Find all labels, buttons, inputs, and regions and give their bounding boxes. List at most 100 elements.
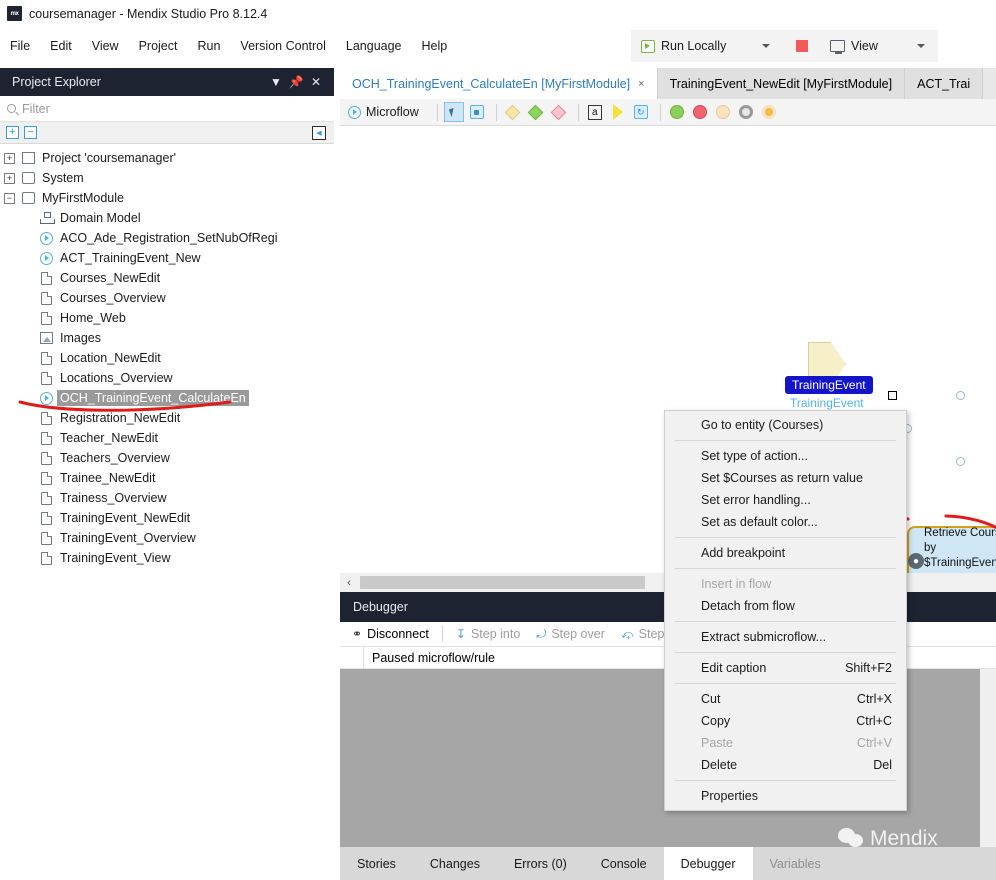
step-into-label: Step into <box>471 627 520 641</box>
context-menu[interactable]: Go to entity (Courses) Set type of action… <box>664 410 907 811</box>
region-tool-button[interactable] <box>467 102 487 122</box>
tree-item-och-trainingevent-calculateen[interactable]: OCH_TrainingEvent_CalculateEn <box>0 388 334 408</box>
editor-tab-0[interactable]: OCH_TrainingEvent_CalculateEn [MyFirstMo… <box>340 68 658 99</box>
step-into-button[interactable]: ↧ Step into <box>450 627 526 641</box>
activity-yellow-button[interactable] <box>503 102 523 122</box>
menu-item-set-as-default-color[interactable]: Set as default color... <box>665 511 906 533</box>
menu-file[interactable]: File <box>0 35 40 57</box>
menu-item-edit-caption[interactable]: Edit captionShift+F2 <box>665 657 906 679</box>
close-icon[interactable]: ✕ <box>306 75 326 89</box>
filter-input[interactable]: Filter <box>0 96 334 122</box>
menu-item-add-breakpoint[interactable]: Add breakpoint <box>665 542 906 564</box>
view-dropdown-chevron-down-icon[interactable] <box>917 44 925 48</box>
annotation-text-button[interactable]: a <box>585 102 605 122</box>
breakpoint-icon[interactable]: ● <box>908 553 924 569</box>
break-event-button[interactable] <box>759 102 779 122</box>
tree-item-project-coursemanager[interactable]: +Project 'coursemanager' <box>0 148 334 168</box>
loop-tool-button[interactable]: ↻ <box>631 102 651 122</box>
tree-item-teacher-newedit[interactable]: Teacher_NewEdit <box>0 428 334 448</box>
menu-item-set-error-handling[interactable]: Set error handling... <box>665 489 906 511</box>
menu-item-copy[interactable]: CopyCtrl+C <box>665 710 906 732</box>
menu-item-detach-from-flow[interactable]: Detach from flow <box>665 595 906 617</box>
menu-item-label: Insert in flow <box>701 577 892 591</box>
tree-expander-icon[interactable]: − <box>4 193 15 204</box>
sync-icon[interactable] <box>312 126 326 140</box>
tree-item-label: Images <box>57 330 104 346</box>
tree-expander-icon[interactable]: + <box>4 173 15 184</box>
expand-all-button[interactable]: + <box>6 126 19 139</box>
tree-item-act-trainingevent-new[interactable]: ACT_TrainingEvent_New <box>0 248 334 268</box>
tree-item-system[interactable]: +System <box>0 168 334 188</box>
pin-icon[interactable]: 📌 <box>286 75 306 89</box>
tree-item-locations-overview[interactable]: Locations_Overview <box>0 368 334 388</box>
menu-separator <box>675 568 896 569</box>
tree-item-label: ACO_Ade_Registration_SetNubOfRegi <box>57 230 280 246</box>
menu-run[interactable]: Run <box>187 35 230 57</box>
select-tool-button[interactable] <box>444 102 464 122</box>
menu-item-go-to-entity-courses[interactable]: Go to entity (Courses) <box>665 414 906 436</box>
editor-tab-1[interactable]: TrainingEvent_NewEdit [MyFirstModule] <box>658 68 906 99</box>
menu-item-properties[interactable]: Properties <box>665 785 906 807</box>
tree-item-courses-newedit[interactable]: Courses_NewEdit <box>0 268 334 288</box>
tree-expander-icon[interactable]: + <box>4 153 15 164</box>
continue-event-button[interactable] <box>736 102 756 122</box>
menu-help[interactable]: Help <box>412 35 458 57</box>
tree-item-trainingevent-view[interactable]: TrainingEvent_View <box>0 548 334 568</box>
editor-tab-2[interactable]: ACT_Trai <box>905 68 983 99</box>
chevron-down-icon[interactable]: ▼ <box>266 75 286 89</box>
bottom-tab-stories[interactable]: Stories <box>340 847 413 880</box>
region-icon <box>470 105 484 119</box>
tree-item-trainee-newedit[interactable]: Trainee_NewEdit <box>0 468 334 488</box>
tree-item-courses-overview[interactable]: Courses_Overview <box>0 288 334 308</box>
tree-item-domain-model[interactable]: Domain Model <box>0 208 334 228</box>
menu-item-set-type-of-action[interactable]: Set type of action... <box>665 445 906 467</box>
tree-item-location-newedit[interactable]: Location_NewEdit <box>0 348 334 368</box>
bottom-tab-debugger[interactable]: Debugger <box>664 847 753 880</box>
tree-item-myfirstmodule[interactable]: −MyFirstModule <box>0 188 334 208</box>
menu-item-extract-submicroflow[interactable]: Extract submicroflow... <box>665 626 906 648</box>
menu-view[interactable]: View <box>82 35 129 57</box>
tree-item-teachers-overview[interactable]: Teachers_Overview <box>0 448 334 468</box>
tree-item-aco-ade-registration-setnubofregi[interactable]: ACO_Ade_Registration_SetNubOfRegi <box>0 228 334 248</box>
bottom-tab-changes[interactable]: Changes <box>413 847 497 880</box>
tree-item-trainingevent-overview[interactable]: TrainingEvent_Overview <box>0 528 334 548</box>
bottom-tab-variables[interactable]: Variables <box>753 847 838 880</box>
collapse-all-button[interactable]: − <box>24 126 37 139</box>
menu-item-set-courses-as-return-value[interactable]: Set $Courses as return value <box>665 467 906 489</box>
tree-item-home-web[interactable]: Home_Web <box>0 308 334 328</box>
connect-anchor[interactable] <box>956 457 965 466</box>
end-event-button[interactable] <box>713 102 733 122</box>
arrow-tool-button[interactable] <box>608 102 628 122</box>
tree-item-registration-newedit[interactable]: Registration_NewEdit <box>0 408 334 428</box>
bottom-tab-errors-0[interactable]: Errors (0) <box>497 847 584 880</box>
tree-item-label: Registration_NewEdit <box>57 410 183 426</box>
error-event-button[interactable] <box>690 102 710 122</box>
menu-project[interactable]: Project <box>129 35 188 57</box>
disconnect-button[interactable]: ⚭ Disconnect <box>346 627 435 641</box>
tree-item-images[interactable]: Images <box>0 328 334 348</box>
menu-language[interactable]: Language <box>336 35 412 57</box>
tree-item-trainess-overview[interactable]: Trainess_Overview <box>0 488 334 508</box>
scroll-left-icon[interactable]: ‹ <box>340 577 358 589</box>
menu-item-delete[interactable]: DeleteDel <box>665 754 906 776</box>
stop-button[interactable] <box>783 30 820 62</box>
activity-green-button[interactable] <box>526 102 546 122</box>
step-over-button[interactable]: ⤾ Step over <box>530 627 611 642</box>
activity-red-button[interactable] <box>549 102 569 122</box>
tree-item-trainingevent-newedit[interactable]: TrainingEvent_NewEdit <box>0 508 334 528</box>
menu-item-label: Extract submicroflow... <box>701 630 892 644</box>
close-icon[interactable]: × <box>638 78 644 90</box>
tree-item-icon <box>38 292 54 305</box>
scrollbar-thumb[interactable] <box>360 576 645 589</box>
run-dropdown-chevron-down-icon[interactable] <box>762 44 770 48</box>
menu-item-cut[interactable]: CutCtrl+X <box>665 688 906 710</box>
bottom-tab-console[interactable]: Console <box>584 847 664 880</box>
connect-anchor[interactable] <box>956 391 965 400</box>
menu-version-control[interactable]: Version Control <box>230 35 335 57</box>
selection-handle[interactable] <box>888 391 897 400</box>
start-event-button[interactable] <box>667 102 687 122</box>
search-icon <box>7 104 16 113</box>
menu-edit[interactable]: Edit <box>40 35 82 57</box>
run-locally-button[interactable]: Run Locally <box>631 30 783 62</box>
view-button[interactable]: View <box>820 30 938 62</box>
